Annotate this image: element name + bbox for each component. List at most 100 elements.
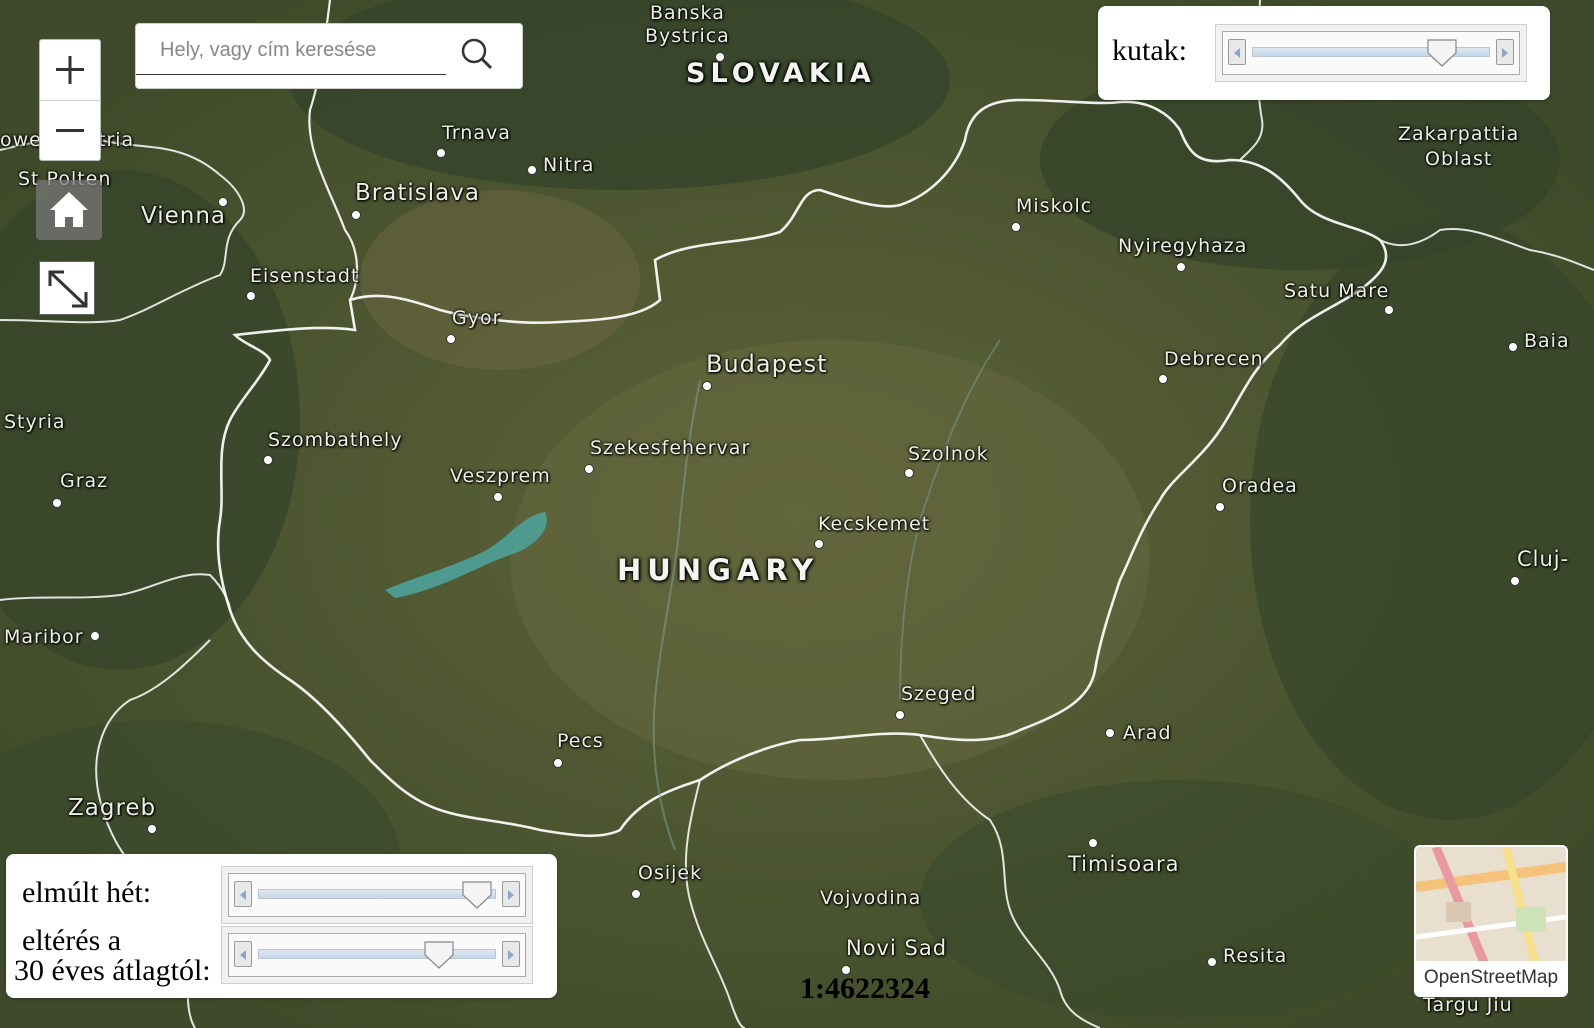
city-dot: [904, 468, 914, 478]
city-label-novi-sad: Novi Sad: [846, 936, 948, 960]
city-label-cluj: Cluj-: [1517, 547, 1570, 571]
city-label-szekesfehervar: Szekesfehervar: [590, 437, 751, 459]
country-label-slovakia: SLOVAKIA: [686, 58, 876, 89]
city-dot: [1510, 576, 1520, 586]
city-dot: [218, 197, 228, 207]
city-label-miskolc: Miskolc: [1016, 195, 1093, 217]
slider-thumb[interactable]: [462, 881, 492, 909]
city-label-graz: Graz: [60, 470, 109, 492]
slider-left-arrow[interactable]: [234, 881, 252, 907]
city-label-nitra: Nitra: [543, 154, 595, 176]
region-label-austria-partial: tria: [98, 129, 135, 151]
slider-right-arrow[interactable]: [502, 881, 520, 907]
city-dot: [351, 210, 361, 220]
city-dot: [1158, 374, 1168, 384]
region-label-zakarpattia: Zakarpattia Oblast: [1398, 123, 1520, 170]
city-label-szeged: Szeged: [901, 683, 977, 705]
city-label-bratislava: Bratislava: [355, 180, 480, 206]
city-dot: [1207, 957, 1217, 967]
city-dot: [895, 710, 905, 720]
city-label-oradea: Oradea: [1222, 475, 1298, 497]
city-label-timisoara: Timisoara: [1068, 852, 1180, 876]
city-dot: [52, 498, 62, 508]
city-label-vienna: Vienna: [141, 203, 227, 229]
wells-label: kutak:: [1112, 34, 1187, 67]
city-label-satu-mare: Satu Mare: [1284, 280, 1390, 302]
slider-track: [258, 949, 496, 959]
city-label-osijek: Osijek: [638, 862, 703, 884]
last-week-label: elmúlt hét:: [22, 876, 152, 909]
slider-thumb[interactable]: [1427, 39, 1457, 67]
search-input[interactable]: [142, 30, 462, 70]
slider-thumb[interactable]: [424, 941, 454, 969]
wells-panel: kutak:: [1098, 6, 1550, 100]
city-dot: [814, 539, 824, 549]
city-dot: [263, 455, 273, 465]
slider-track: [258, 889, 496, 899]
slider-left-arrow[interactable]: [1228, 39, 1246, 65]
city-dot: [446, 334, 456, 344]
city-label-veszprem: Veszprem: [450, 465, 551, 487]
fullscreen-button[interactable]: [39, 261, 95, 315]
basemap-label: OpenStreetMap: [1416, 961, 1566, 995]
city-label-vojvodina: Vojvodina: [820, 887, 922, 909]
search-button[interactable]: [450, 34, 506, 74]
city-label-gyor: Gyor: [452, 307, 502, 329]
zoom-in-button[interactable]: [40, 40, 100, 100]
city-dot: [246, 291, 256, 301]
city-label-trnava: Trnava: [442, 122, 511, 144]
city-dot: [1105, 728, 1115, 738]
slider-right-arrow[interactable]: [1496, 39, 1514, 65]
city-label-baia: Baia: [1524, 330, 1570, 352]
city-label-nyiregyhaza: Nyiregyhaza: [1118, 235, 1248, 257]
city-dot: [1384, 305, 1394, 315]
zoom-control: [39, 39, 101, 161]
city-dot: [493, 492, 503, 502]
basemap-preview: [1416, 847, 1566, 969]
slider-right-arrow[interactable]: [502, 941, 520, 967]
city-label-targu-jiu: Targu Jiu: [1423, 994, 1513, 1016]
home-icon: [50, 192, 88, 227]
city-dot: [631, 889, 641, 899]
city-label-szolnok: Szolnok: [908, 443, 989, 465]
city-dot: [553, 758, 563, 768]
city-label-kecskemet: Kecskemet: [818, 513, 931, 535]
city-label-styria: Styria: [4, 411, 66, 433]
city-label-banska-bystrica: Banska Bystrica: [645, 2, 730, 47]
expand-icon: [48, 270, 88, 308]
search-icon: [461, 38, 493, 70]
city-dot: [1215, 502, 1225, 512]
minus-icon: [56, 129, 84, 132]
city-dot: [584, 464, 594, 474]
city-label-zagreb: Zagreb: [68, 795, 157, 821]
city-label-debrecen: Debrecen: [1164, 348, 1264, 370]
basemap-toggle[interactable]: OpenStreetMap: [1414, 845, 1568, 997]
home-button[interactable]: [36, 180, 102, 240]
city-dot: [702, 381, 712, 391]
city-dot: [1088, 838, 1098, 848]
city-dot: [147, 824, 157, 834]
deviation-slider[interactable]: [221, 926, 533, 984]
deviation-label-line1: eltérés a: [22, 924, 122, 957]
city-dot: [90, 631, 100, 641]
city-label-budapest: Budapest: [706, 350, 828, 378]
slider-left-arrow[interactable]: [234, 941, 252, 967]
city-label-resita: Resita: [1223, 945, 1288, 967]
city-label-maribor: Maribor: [4, 626, 84, 648]
city-label-pecs: Pecs: [557, 730, 604, 752]
city-dot: [527, 165, 537, 175]
city-label-arad: Arad: [1123, 722, 1172, 744]
city-dot: [1176, 262, 1186, 272]
wells-slider[interactable]: [1215, 24, 1527, 82]
search-underline: [136, 74, 446, 75]
city-dot: [715, 52, 725, 62]
city-dot: [1508, 342, 1518, 352]
city-dot: [1011, 222, 1021, 232]
last-week-slider[interactable]: [221, 866, 533, 924]
region-label-lower-austria-partial: owe: [0, 129, 42, 151]
plus-icon: [56, 56, 84, 84]
country-label-hungary: HUNGARY: [617, 553, 820, 587]
city-label-szombathely: Szombathely: [268, 429, 403, 451]
zoom-out-button[interactable]: [40, 101, 100, 161]
deviation-label-line2: 30 éves átlagtól:: [14, 954, 211, 987]
